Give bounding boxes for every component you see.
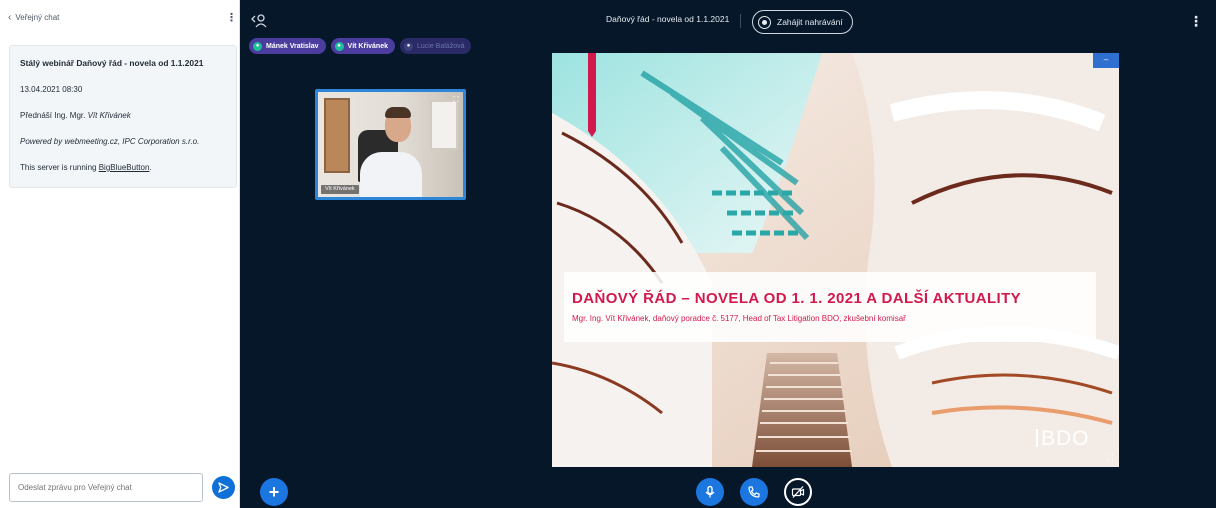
talker-name: Vít Křivánek	[347, 42, 388, 50]
microphone-button[interactable]	[696, 478, 724, 506]
talker-pill[interactable]: ● Vít Křivánek	[330, 38, 395, 54]
record-label: Zahájit nahrávání	[777, 17, 843, 27]
bigbluebutton-link[interactable]: BigBlueButton	[99, 163, 150, 172]
talker-pill[interactable]: ● Mánek Vratislav	[249, 38, 326, 54]
chevron-left-icon: ‹	[8, 11, 12, 23]
fullscreen-icon[interactable]: ⛶	[453, 95, 459, 105]
welcome-lecturer: Přednáší Ing. Mgr. Vít Křivánek	[20, 110, 226, 121]
send-button[interactable]	[212, 476, 235, 499]
chat-title: Veřejný chat	[15, 12, 60, 22]
microphone-icon: ●	[334, 41, 344, 51]
welcome-message: Stálý webinář Daňový řád - novela od 1.1…	[9, 45, 237, 188]
vertical-dots-icon: ⋮	[1189, 13, 1203, 29]
talking-indicator: ● Mánek Vratislav ● Vít Křivánek ● Lucie…	[249, 38, 472, 54]
minimize-presentation-button[interactable]: –	[1093, 53, 1119, 68]
welcome-datetime: 13.04.2021 08:30	[20, 85, 83, 94]
actions-button[interactable]: +	[260, 478, 288, 506]
options-button[interactable]: ⋮	[1189, 13, 1203, 30]
lecturer-name: Vít Křivánek	[87, 111, 131, 120]
plus-icon: +	[268, 481, 280, 502]
webcam-door	[324, 98, 350, 173]
microphone-icon: ●	[253, 41, 262, 51]
talker-name: Mánek Vratislav	[266, 42, 319, 50]
chat-message-input[interactable]	[9, 473, 203, 502]
webcam-window	[430, 100, 458, 150]
slide-title-band	[564, 272, 1096, 342]
chat-panel: ‹ Veřejný chat ⋮ Stálý webinář Daňový řá…	[0, 0, 240, 508]
bdo-logo: BDO	[1036, 427, 1090, 451]
webcam-name-label: Vít Křivánek	[321, 185, 359, 194]
server-suffix: .	[149, 163, 152, 172]
title-divider	[740, 14, 741, 28]
server-prefix: This server is running	[20, 163, 99, 172]
slide-background-image	[552, 53, 1119, 467]
meeting-title: Daňový řád - novela od 1.1.2021	[606, 14, 730, 24]
presentation-slide: DAŇOVÝ ŘÁD – NOVELA OD 1. 1. 2021 A DALŠ…	[552, 53, 1119, 467]
microphone-icon	[705, 485, 715, 498]
users-toggle-button[interactable]	[250, 12, 268, 30]
talker-pill[interactable]: ● Lucie Balážová	[400, 38, 472, 54]
lecturer-prefix: Přednáší Ing. Mgr.	[20, 111, 88, 120]
webcam-video[interactable]: Vít Křivánek ⛶	[315, 89, 466, 200]
phone-icon	[748, 486, 760, 498]
camera-button[interactable]	[784, 478, 812, 506]
vertical-dots-icon: ⋮	[226, 11, 237, 24]
webcam-person-torso	[360, 152, 422, 197]
slide-title: DAŇOVÝ ŘÁD – NOVELA OD 1. 1. 2021 A DALŠ…	[572, 290, 1022, 307]
record-button[interactable]: Zahájit nahrávání	[752, 10, 853, 34]
users-icon	[251, 14, 267, 28]
camera-off-icon	[791, 486, 805, 498]
meeting-stage: Daňový řád - novela od 1.1.2021 Zahájit …	[240, 0, 1216, 508]
chat-back-button[interactable]: ‹ Veřejný chat	[8, 12, 59, 23]
leave-audio-button[interactable]	[740, 478, 768, 506]
microphone-icon: ●	[404, 41, 413, 51]
webcam-person-hair	[385, 107, 411, 118]
welcome-title: Stálý webinář Daňový řád - novela od 1.1…	[20, 58, 204, 68]
welcome-server: This server is running BigBlueButton.	[20, 162, 226, 173]
fullscreen-icon[interactable]: ⛶	[1107, 452, 1113, 463]
send-icon	[218, 482, 229, 493]
record-icon	[758, 15, 771, 29]
talker-name: Lucie Balážová	[417, 42, 465, 50]
chat-options-button[interactable]: ⋮	[226, 11, 237, 24]
bdo-logo-text: BDO	[1041, 427, 1090, 450]
welcome-powered-by: Powered by webmeeting.cz, IPC Corporatio…	[20, 137, 200, 146]
slide-subtitle: Mgr. Ing. Vít Křivánek, daňový poradce č…	[572, 314, 906, 323]
chat-header: ‹ Veřejný chat ⋮	[8, 8, 237, 26]
